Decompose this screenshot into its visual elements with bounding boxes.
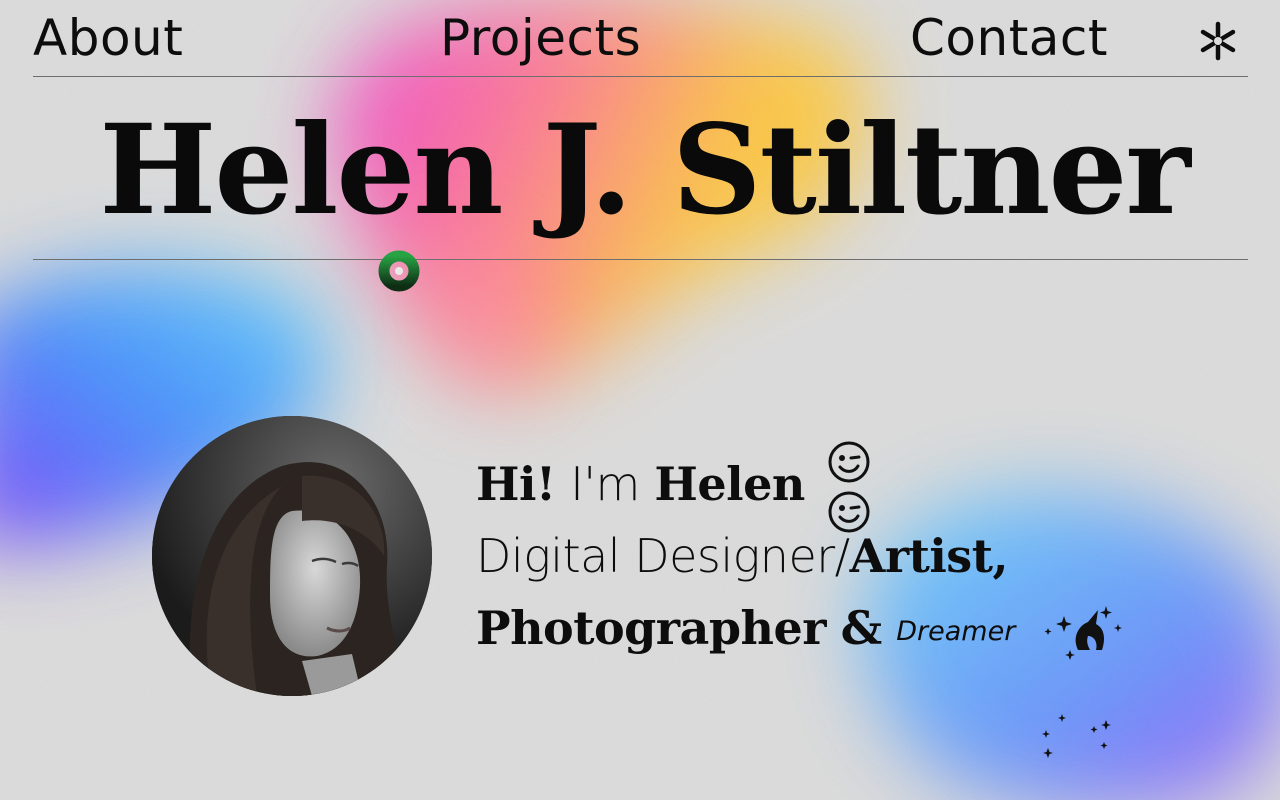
avatar [152, 416, 432, 696]
portrait-photo [152, 416, 432, 696]
role-dreamer: Dreamer [896, 616, 1016, 647]
divider-top [33, 76, 1248, 77]
asterisk-icon[interactable] [1197, 20, 1239, 62]
greeting-name: Helen [654, 457, 805, 511]
hero-name: Helen J. Stiltner [99, 98, 1190, 243]
sparkles-icon [1042, 714, 1111, 758]
cursor-ring-icon [378, 250, 420, 292]
intro-line-3: Photographer & Dreamer [476, 596, 1015, 664]
nav-link-projects[interactable]: Projects [440, 6, 641, 70]
nav-link-contact[interactable]: Contact [910, 6, 1108, 70]
intro-line-1: Hi! I'm Helen [476, 452, 805, 516]
role-artist: Artist, [849, 529, 1009, 583]
role-photographer: Photographer [476, 601, 826, 655]
divider-bottom [33, 259, 1248, 260]
nav-link-about[interactable]: About [33, 6, 183, 70]
intro-line-2: Digital Designer/Artist, [476, 524, 1008, 588]
greeting-hi: Hi! [476, 457, 556, 511]
unicorn-icon [1044, 606, 1122, 660]
ampersand: & [840, 601, 883, 655]
winking-face-icon [828, 441, 870, 483]
role-digital-designer: Digital Designer/ [476, 529, 850, 583]
top-navigation: About Projects Contact [33, 0, 1247, 76]
greeting-im: I'm [570, 457, 640, 511]
